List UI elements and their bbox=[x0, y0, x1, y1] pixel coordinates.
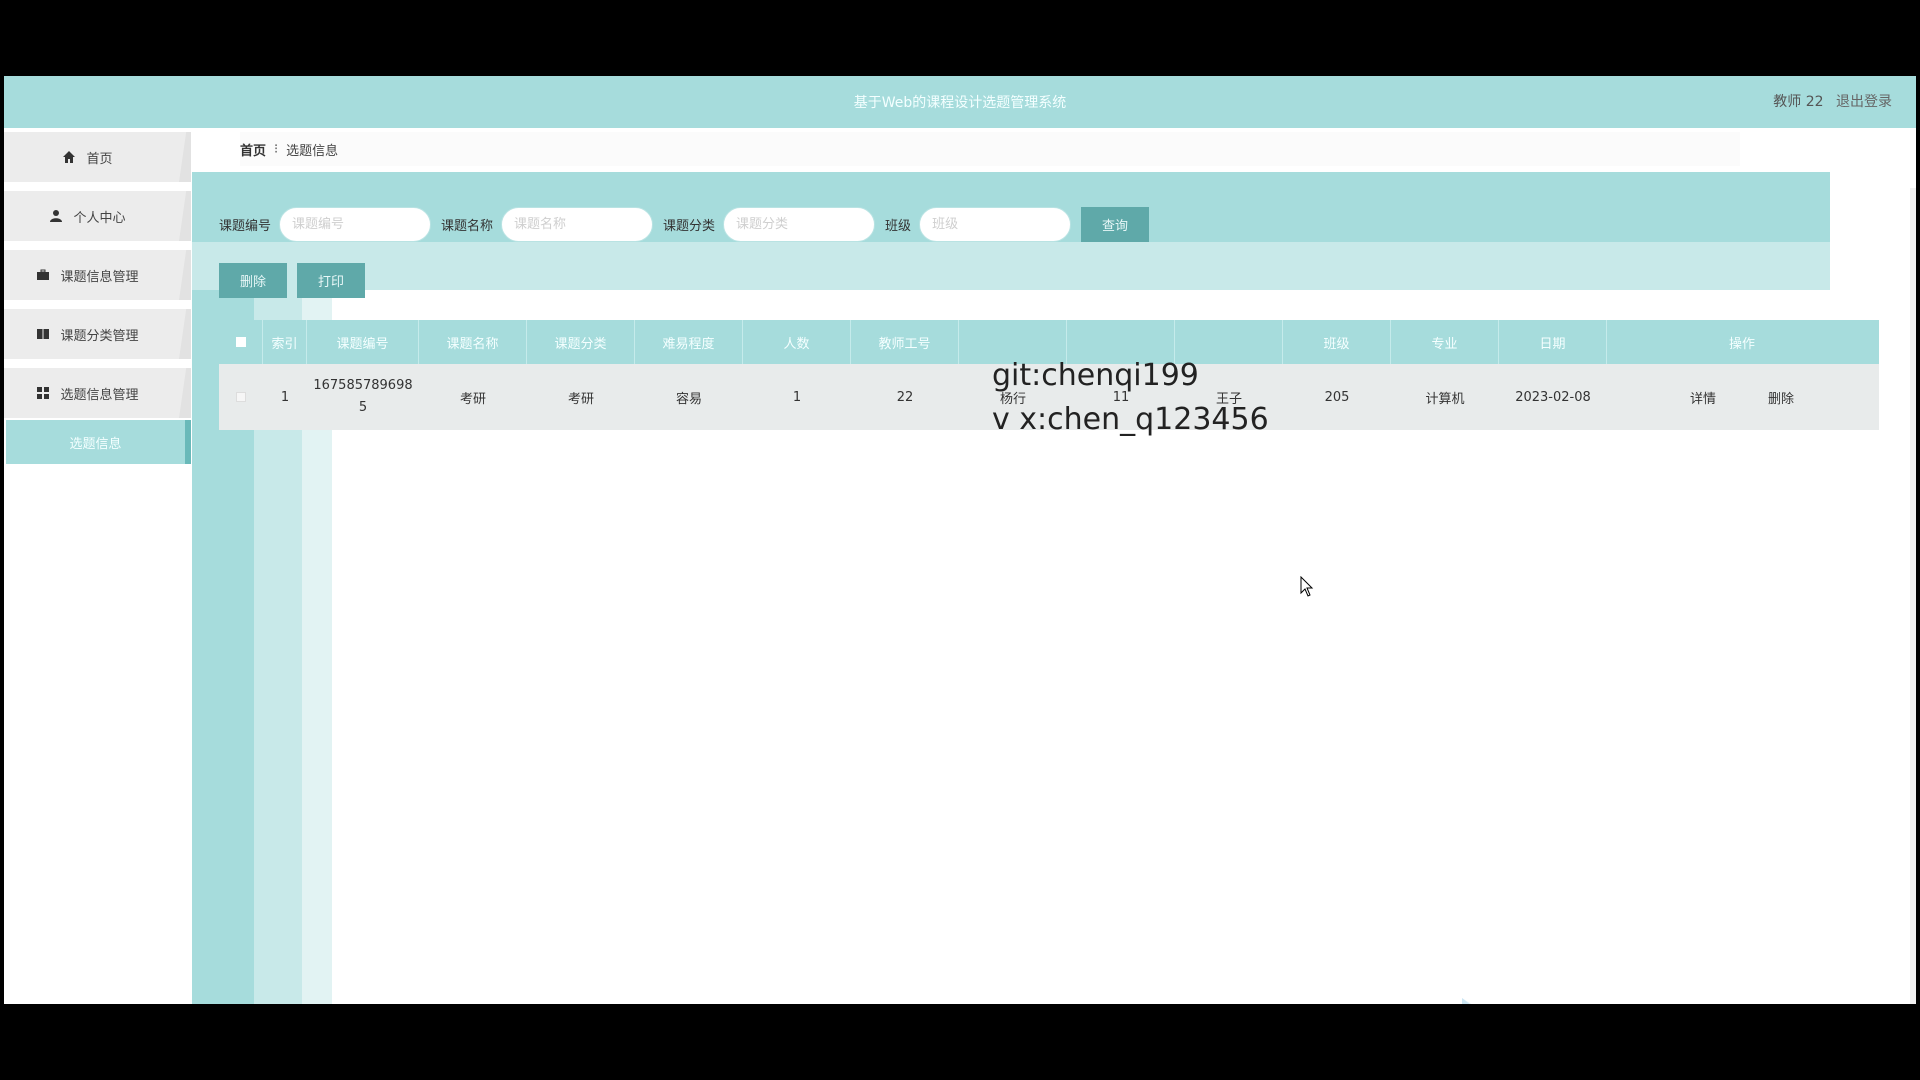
column-header: 难易程度 bbox=[635, 320, 743, 364]
cell-operations: 详情 删除 bbox=[1607, 364, 1877, 430]
detail-link[interactable]: 详情 bbox=[1690, 388, 1716, 407]
column-header: 人数 bbox=[743, 320, 851, 364]
scrollbar[interactable] bbox=[1910, 188, 1916, 1004]
sidebar-item-label: 首页 bbox=[86, 151, 113, 167]
cell-index: 1 bbox=[280, 389, 290, 405]
delete-button[interactable]: 删除 bbox=[219, 263, 287, 298]
sidebar-item-label: 个人中心 bbox=[73, 210, 126, 226]
sidebar-item-label: 课题分类管理 bbox=[60, 328, 139, 344]
column-header: 课题分类 bbox=[527, 320, 635, 364]
search-label-code: 课题编号 bbox=[219, 218, 272, 234]
user-icon bbox=[49, 209, 63, 223]
search-input-name[interactable] bbox=[501, 206, 654, 242]
user-name: 教师 22 bbox=[1773, 94, 1824, 110]
search-input-category[interactable] bbox=[723, 206, 876, 242]
sidebar-item-topic-info[interactable]: 课题信息管理 bbox=[4, 250, 191, 300]
grid-icon bbox=[36, 386, 50, 400]
cell-class: 205 bbox=[1324, 389, 1350, 405]
column-header: 课题编号 bbox=[307, 320, 419, 364]
cell-count: 1 bbox=[792, 389, 802, 405]
user-info: 教师 22 退出登录 bbox=[1765, 91, 1892, 111]
cell-name: 考研 bbox=[459, 391, 486, 407]
sidebar-item-profile[interactable]: 个人中心 bbox=[4, 191, 191, 241]
top-bar: 基于Web的课程设计选题管理系统 教师 22 退出登录 bbox=[4, 76, 1916, 128]
watermark-line-2: v x:chen_q123456 bbox=[992, 402, 1269, 437]
home-icon bbox=[62, 150, 76, 164]
query-button[interactable]: 查询 bbox=[1081, 206, 1150, 242]
column-header: 班级 bbox=[1283, 320, 1391, 364]
row-delete-link[interactable]: 删除 bbox=[1768, 388, 1794, 407]
breadcrumb-home[interactable]: 首页 bbox=[240, 140, 266, 159]
cell-category: 考研 bbox=[567, 391, 594, 407]
search-label-class: 班级 bbox=[885, 218, 912, 234]
mouse-cursor-icon bbox=[1300, 575, 1314, 602]
cell-teacher-no: 22 bbox=[896, 389, 914, 405]
search-form: 课题编号 课题名称 课题分类 班级 查询 bbox=[219, 206, 1150, 242]
breadcrumb-current: 选题信息 bbox=[286, 143, 339, 159]
row-checkbox[interactable] bbox=[219, 364, 263, 430]
breadcrumb-separator: ⁝ bbox=[274, 141, 279, 157]
briefcase-icon bbox=[36, 268, 50, 282]
column-header: 教师工号 bbox=[851, 320, 959, 364]
search-label-category: 课题分类 bbox=[663, 218, 716, 234]
app-window: 基于Web的课程设计选题管理系统 教师 22 退出登录 首页 个人中心 课题信息… bbox=[4, 76, 1916, 1004]
column-header: 课题名称 bbox=[419, 320, 527, 364]
logout-link[interactable]: 退出登录 bbox=[1836, 94, 1892, 110]
column-header: 日期 bbox=[1499, 320, 1607, 364]
sidebar-item-topic-category[interactable]: 课题分类管理 bbox=[4, 309, 191, 359]
cell-major: 计算机 bbox=[1425, 391, 1465, 407]
sidebar-item-home[interactable]: 首页 bbox=[4, 132, 191, 182]
action-buttons: 删除 打印 bbox=[219, 263, 375, 298]
column-header: 索引 bbox=[263, 320, 307, 364]
sidebar-item-selection[interactable]: 选题信息管理 bbox=[4, 368, 191, 418]
breadcrumb: 首页 ⁝ 选题信息 bbox=[240, 132, 1740, 166]
cell-date: 2023-02-08 bbox=[1515, 389, 1591, 405]
sidebar-item-label: 选题信息管理 bbox=[60, 387, 139, 403]
sidebar-item-label: 课题信息管理 bbox=[60, 269, 139, 285]
watermark-line-1: git:chenqi199 bbox=[992, 358, 1199, 393]
cell-difficulty: 容易 bbox=[675, 391, 702, 407]
search-input-class[interactable] bbox=[919, 206, 1072, 242]
main-content: 首页 ⁝ 选题信息 课题编号 课题名称 课题分类 班级 查询 删除 打印 索引 … bbox=[192, 132, 1916, 1004]
sidebar: 首页 个人中心 课题信息管理 课题分类管理 选题信息管理 选题信息 bbox=[4, 132, 191, 1004]
book-icon bbox=[36, 327, 50, 341]
select-all-checkbox[interactable] bbox=[219, 320, 263, 364]
print-button[interactable]: 打印 bbox=[297, 263, 365, 298]
watermark-overlay: git:chenqi199 v x:chen_q123456 bbox=[992, 354, 1269, 442]
sidebar-subitem-selection-info[interactable]: 选题信息 bbox=[6, 420, 191, 464]
column-header: 专业 bbox=[1391, 320, 1499, 364]
cell-code: 1675857896985 bbox=[313, 378, 413, 415]
action-panel bbox=[192, 242, 1830, 290]
search-label-name: 课题名称 bbox=[441, 218, 494, 234]
column-header: 操作 bbox=[1728, 336, 1755, 352]
search-input-code[interactable] bbox=[279, 206, 432, 242]
video-player-logo-icon bbox=[1458, 996, 1522, 1004]
app-title: 基于Web的课程设计选题管理系统 bbox=[853, 95, 1067, 111]
